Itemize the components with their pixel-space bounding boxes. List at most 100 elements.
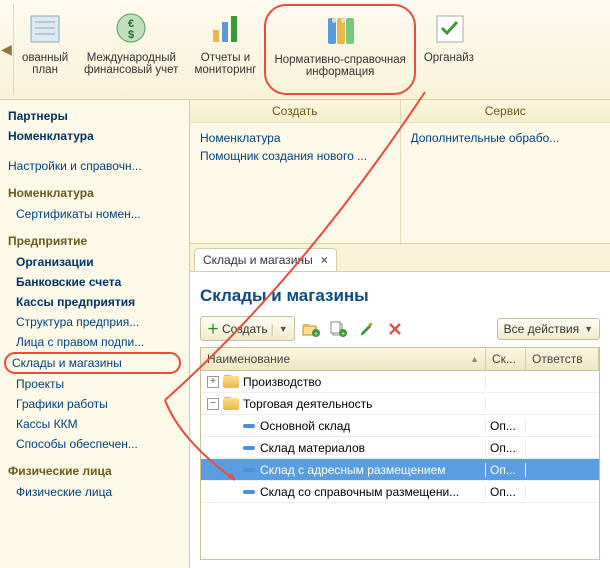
sidebar-link[interactable]: Способы обеспечен... xyxy=(8,434,181,454)
collapse-icon[interactable]: − xyxy=(207,398,219,410)
folder-icon xyxy=(223,376,239,388)
delete-button[interactable] xyxy=(383,318,407,340)
expand-icon[interactable]: + xyxy=(207,376,219,388)
toolbar-reference-info[interactable]: Нормативно-справочная информация xyxy=(264,4,415,95)
sidebar-link[interactable]: Банковские счета xyxy=(8,272,181,292)
toolbar-plan[interactable]: ованный план xyxy=(14,4,76,95)
panel-link[interactable]: Номенклатура xyxy=(200,129,390,147)
td-name: Основной склад xyxy=(201,419,486,433)
main-toolbar: ◀ ованный план €$ Международный финансовый… xyxy=(0,0,610,100)
tab-close-icon[interactable]: × xyxy=(321,253,328,267)
page-toolbar: ＋ Создать | ▼ + + В xyxy=(200,316,600,341)
th-otv[interactable]: Ответств xyxy=(526,348,599,370)
row-label: Торговая деятельность xyxy=(243,397,372,411)
tab-warehouses[interactable]: Склады и магазины × xyxy=(194,248,337,271)
content: Создать НоменклатураПомощник создания но… xyxy=(190,100,610,568)
toolbar-item-label: Международный финансовый учет xyxy=(84,52,178,76)
td-name: + Производство xyxy=(201,375,486,389)
toolbar-plan-icon xyxy=(25,8,65,48)
sidebar-link[interactable]: Настройки и справочн... xyxy=(8,156,181,176)
dropdown-icon[interactable]: ▼ xyxy=(279,324,288,334)
folder-icon xyxy=(223,398,239,410)
item-icon xyxy=(243,490,255,494)
td-sk: Оп... xyxy=(486,463,526,477)
th-sk[interactable]: Ск... xyxy=(486,348,526,370)
sidebar-link[interactable]: Физические лица xyxy=(8,482,181,502)
body-area: ПартнерыНоменклатураНастройки и справочн… xyxy=(0,100,610,568)
create-button[interactable]: ＋ Создать | ▼ xyxy=(200,316,295,341)
page-title: Склады и магазины xyxy=(200,286,600,306)
sidebar-link[interactable]: Склады и магазины xyxy=(4,352,181,374)
sidebar-link[interactable]: Структура предприя... xyxy=(8,312,181,332)
svg-text:+: + xyxy=(341,331,345,337)
table-row[interactable]: Основной склад Оп... xyxy=(201,415,599,437)
svg-text:+: + xyxy=(314,331,318,337)
edit-button[interactable] xyxy=(355,318,379,340)
td-sk: Оп... xyxy=(486,419,526,433)
sidebar-section-title: Предприятие xyxy=(8,234,181,248)
plus-icon: ＋ xyxy=(207,320,219,337)
table-row[interactable]: Склад материаловОп... xyxy=(201,437,599,459)
sidebar-link[interactable]: Кассы предприятия xyxy=(8,292,181,312)
table-body[interactable]: + Производство − Торговая деятельность Основ… xyxy=(201,371,599,559)
row-label: Основной склад xyxy=(260,419,350,433)
sidebar-section-title: Физические лица xyxy=(8,464,181,478)
sort-asc-icon: ▲ xyxy=(470,354,479,364)
sidebar-link[interactable]: Кассы ККМ xyxy=(8,414,181,434)
toolbar-reference-info-icon xyxy=(320,10,360,50)
table-row[interactable]: − Торговая деятельность xyxy=(201,393,599,415)
td-sk: Оп... xyxy=(486,485,526,499)
all-actions-button[interactable]: Все действия ▼ xyxy=(497,318,600,340)
sidebar-link[interactable]: Проекты xyxy=(8,374,181,394)
dropdown-icon[interactable]: ▼ xyxy=(584,324,593,334)
page: Склады и магазины ＋ Создать | ▼ + + xyxy=(190,272,610,568)
panels: Создать НоменклатураПомощник создания но… xyxy=(190,100,610,243)
row-label: Склад материалов xyxy=(260,441,365,455)
item-icon xyxy=(243,446,255,450)
panel-service: Сервис Дополнительные обрабо... xyxy=(400,100,610,243)
toolbar-item-label: ованный план xyxy=(22,52,68,76)
panel-service-body: Дополнительные обрабо... xyxy=(401,123,610,243)
sidebar-link[interactable]: Организации xyxy=(8,252,181,272)
add-folder-button[interactable]: + xyxy=(299,318,323,340)
toolbar-intl-finance[interactable]: €$ Международный финансовый учет xyxy=(76,4,186,95)
sidebar: ПартнерыНоменклатураНастройки и справочн… xyxy=(0,100,190,568)
sidebar-link[interactable]: Лица с правом подпи... xyxy=(8,332,181,352)
sidebar-link[interactable]: Сертификаты номен... xyxy=(8,204,181,224)
td-name: Склад материалов xyxy=(201,441,486,455)
th-sk-label: Ск... xyxy=(492,352,516,366)
row-label: Производство xyxy=(243,375,321,389)
panel-link[interactable]: Помощник создания нового ... xyxy=(200,147,390,165)
item-icon xyxy=(243,424,255,428)
td-name: − Торговая деятельность xyxy=(201,397,486,411)
toolbar-organizer[interactable]: Органайз xyxy=(416,4,482,95)
sidebar-section-title: Номенклатура xyxy=(8,186,181,200)
tabs: Склады и магазины × xyxy=(190,243,610,272)
sidebar-link[interactable]: Партнеры xyxy=(8,106,181,126)
panel-link[interactable]: Дополнительные обрабо... xyxy=(411,129,601,147)
copy-button[interactable]: + xyxy=(327,318,351,340)
toolbar-reports-icon xyxy=(205,8,245,48)
toolbar-item-label: Нормативно-справочная информация xyxy=(274,54,405,78)
toolbar-organizer-icon xyxy=(429,8,469,48)
panel-service-header: Сервис xyxy=(401,100,610,123)
table-row[interactable]: + Производство xyxy=(201,371,599,393)
th-otv-label: Ответств xyxy=(532,352,583,366)
table-row[interactable]: Склад со справочным размещени...Оп... xyxy=(201,481,599,503)
toolbar-intl-finance-icon: €$ xyxy=(111,8,151,48)
th-name-label: Наименование xyxy=(207,352,290,366)
sidebar-link[interactable]: Номенклатура xyxy=(8,126,181,146)
table-head: Наименование ▲ Ск... Ответств xyxy=(201,348,599,371)
panel-create-header: Создать xyxy=(190,100,400,123)
th-name[interactable]: Наименование ▲ xyxy=(201,348,486,370)
panel-create: Создать НоменклатураПомощник создания но… xyxy=(190,100,400,243)
svg-text:$: $ xyxy=(128,29,134,41)
table-row[interactable]: Склад с адресным размещением Оп... xyxy=(201,459,599,481)
panel-create-body: НоменклатураПомощник создания нового ... xyxy=(190,123,400,243)
toolbar-scroll-left[interactable]: ◀ xyxy=(0,4,14,95)
create-button-label: Создать xyxy=(222,322,268,336)
toolbar-reports[interactable]: Отчеты и мониторинг xyxy=(186,4,264,95)
row-label: Склад с адресным размещением xyxy=(260,463,446,477)
split-divider: | xyxy=(271,322,274,336)
sidebar-link[interactable]: Графики работы xyxy=(8,394,181,414)
